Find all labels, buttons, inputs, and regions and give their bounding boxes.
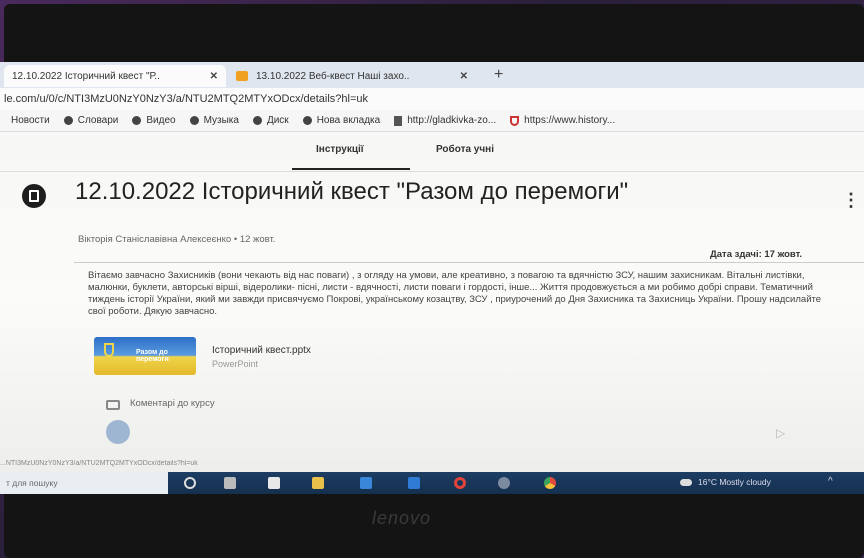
tab-instructions[interactable]: Інструкції (316, 144, 364, 155)
divider (74, 262, 864, 263)
attachment-thumbnail[interactable]: Разом до перемоги (94, 337, 196, 375)
taskbar: т для пошуку 16°C Mostly cloudy ^ (0, 472, 864, 494)
assignment-author: Вікторія Станіславівна Алексеєнко • 12 ж… (78, 234, 276, 245)
address-bar[interactable]: le.com/u/0/c/NTI3MzU0NzY0NzY3/a/NTU2MTQ2… (0, 88, 864, 110)
bookmark-label: Словари (77, 115, 119, 126)
chrome-icon[interactable] (544, 477, 556, 489)
assignment-title: 12.10.2022 Історичний квест "Разом до пе… (75, 178, 629, 205)
shield-icon (510, 115, 520, 126)
file-icon[interactable] (268, 477, 280, 489)
store-icon[interactable] (360, 477, 372, 489)
attachment-name[interactable]: Історичний квест.pptx (212, 345, 311, 356)
bookmark-new-tab[interactable]: Нова вкладка (302, 115, 381, 126)
screen: 12.10.2022 Історичний квест "Р.. ✕ 13.10… (0, 62, 864, 494)
close-tab-icon[interactable]: ✕ (460, 71, 468, 82)
due-date: Дата здачі: 17 жовт. (710, 249, 803, 260)
tab-student-work[interactable]: Робота учні (436, 144, 494, 155)
drive-icon (252, 116, 262, 125)
bookmark-dictionaries[interactable]: Словари (63, 115, 119, 126)
weather-text: 16°C Mostly cloudy (698, 477, 771, 487)
bookmark-news[interactable]: Новости (6, 115, 50, 126)
site-icon (236, 71, 248, 81)
bookmark-music[interactable]: Музыка (189, 115, 239, 126)
taskbar-search[interactable]: т для пошуку (0, 472, 168, 494)
task-view-icon[interactable] (224, 477, 236, 489)
browser-tab[interactable]: 13.10.2022 Веб-квест Наші захо.. ✕ (230, 65, 476, 87)
music-icon (189, 116, 199, 125)
new-tab-icon (302, 116, 312, 125)
search-placeholder: т для пошуку (6, 478, 58, 488)
attachment-type: PowerPoint (212, 359, 259, 369)
url-text: le.com/u/0/c/NTI3MzU0NzY0NzY3/a/NTU2MTQ2… (4, 93, 369, 105)
close-tab-icon[interactable]: ✕ (210, 71, 218, 82)
active-tab-indicator (292, 168, 410, 170)
bookmarks-bar: Новости Словари Видео Музыка Диск Нова в… (0, 110, 864, 132)
assignment-description: Вітаємо завчасно Захисників (вони чекают… (88, 270, 822, 317)
cloud-icon (680, 478, 692, 486)
bookmark-label: https://www.history... (524, 115, 616, 126)
bookmark-video[interactable]: Видео (132, 115, 176, 126)
bookmark-history[interactable]: https://www.history... (510, 115, 615, 126)
dictionary-icon (63, 116, 73, 125)
trident-icon (104, 343, 114, 357)
bookmark-label: Видео (146, 115, 176, 126)
bookmark-gladkivka[interactable]: http://gladkivka-zo... (394, 115, 496, 126)
bookmark-drive[interactable]: Диск (252, 115, 289, 126)
browser-tab-active[interactable]: 12.10.2022 Історичний квест "Р.. ✕ (4, 65, 226, 87)
more-options-icon[interactable]: ⋮ (842, 190, 860, 211)
chevron-up-icon[interactable]: ^ (828, 476, 833, 487)
opera-icon[interactable] (454, 477, 466, 489)
start-icon[interactable] (184, 477, 196, 489)
weather-widget[interactable]: 16°C Mostly cloudy (680, 477, 771, 487)
tab-title: 12.10.2022 Історичний квест "Р.. (12, 70, 160, 82)
bookmark-label: Диск (266, 115, 289, 126)
assignment-icon (22, 184, 46, 208)
lenovo-logo: lenovo (372, 508, 432, 528)
explorer-icon[interactable] (312, 477, 324, 489)
status-url: ...NTI3MzU0NzY0NzY3/a/NTU2MTQ2MTYxODcx/d… (0, 460, 198, 467)
tab-bar: 12.10.2022 Історичний квест "Р.. ✕ 13.10… (0, 62, 864, 88)
bookmark-label: http://gladkivka-zo... (407, 115, 497, 126)
mail-icon[interactable] (408, 477, 420, 489)
bookmark-label: Нова вкладка (316, 115, 381, 126)
tab-title: 13.10.2022 Веб-квест Наші захо.. (256, 70, 410, 82)
divider (0, 171, 864, 172)
bookmark-label: Новости (11, 115, 50, 126)
media-icon[interactable] (498, 477, 510, 489)
thumbnail-text: Разом до перемоги (136, 349, 169, 363)
send-icon[interactable]: ▷ (776, 426, 785, 440)
class-comments-link[interactable]: Коментарі до курсу (130, 398, 215, 409)
video-icon (132, 116, 142, 125)
new-tab-button[interactable]: + (494, 66, 503, 84)
bookmark-label: Музыка (203, 115, 239, 126)
comments-icon (106, 400, 120, 410)
page-icon (394, 115, 403, 126)
avatar (106, 420, 130, 444)
